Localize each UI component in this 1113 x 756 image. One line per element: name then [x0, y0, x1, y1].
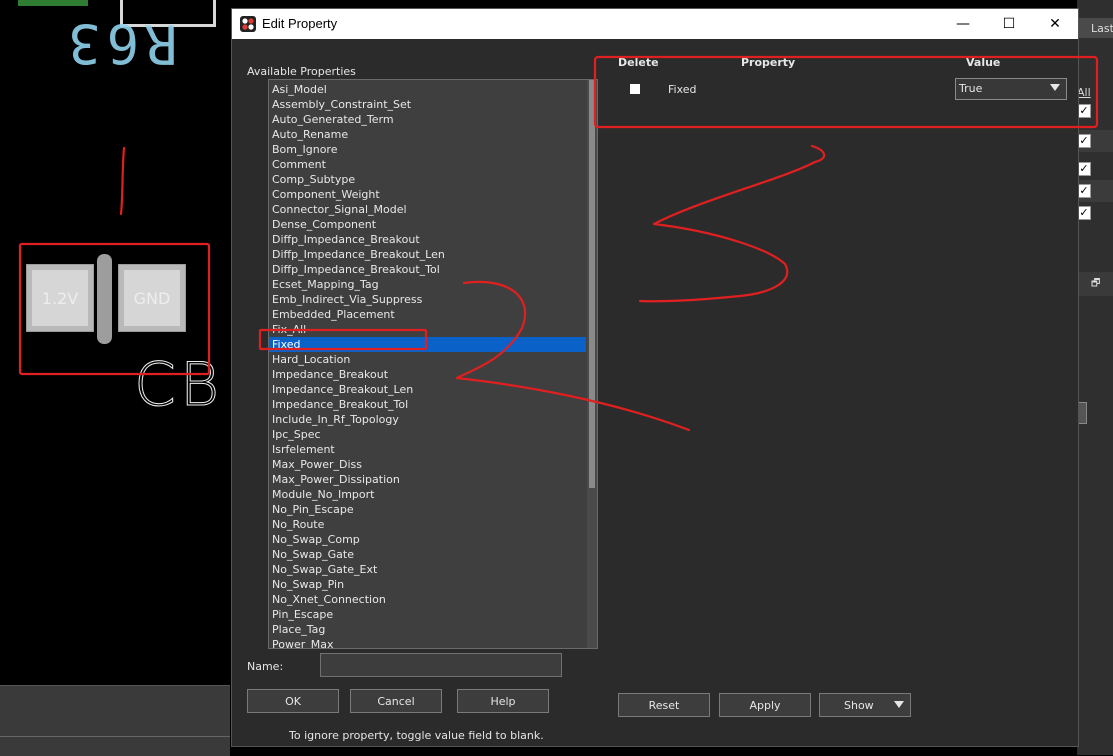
- right-checkbox-1[interactable]: ✓: [1077, 104, 1091, 118]
- edit-property-dialog: Edit Property — ☐ ✕ Available Properties…: [231, 8, 1079, 747]
- property-list-item[interactable]: Diffp_Impedance_Breakout: [272, 232, 420, 247]
- maximize-icon: ☐: [1002, 16, 1016, 32]
- property-list-item[interactable]: Hard_Location: [272, 352, 350, 367]
- property-list-item[interactable]: Impedance_Breakout: [272, 367, 388, 382]
- minimize-button[interactable]: —: [940, 9, 986, 39]
- maximize-button[interactable]: ☐: [986, 9, 1032, 39]
- show-button-label: Show: [844, 698, 874, 712]
- status-help-text: To ignore property, toggle value field t…: [289, 729, 544, 742]
- pcb-canvas[interactable]: R63 1.2V GND CB: [0, 0, 230, 685]
- property-list-item[interactable]: Connector_Signal_Model: [272, 202, 407, 217]
- property-list-item[interactable]: Auto_Rename: [272, 127, 348, 142]
- right-checkbox-2[interactable]: ✓: [1077, 134, 1091, 148]
- pad-1v2-label: 1.2V: [32, 270, 88, 326]
- property-list-item[interactable]: No_Xnet_Connection: [272, 592, 386, 607]
- property-list-item[interactable]: Fix_All: [272, 322, 306, 337]
- property-list-item[interactable]: Diffp_Impedance_Breakout_Len: [272, 247, 445, 262]
- scrollbar-thumb[interactable]: [589, 80, 595, 488]
- name-input[interactable]: [320, 653, 562, 677]
- property-list-item[interactable]: Comp_Subtype: [272, 172, 355, 187]
- pad-gnd[interactable]: GND: [118, 264, 186, 332]
- right-checkbox-3[interactable]: ✓: [1077, 162, 1091, 176]
- ok-button[interactable]: OK: [247, 689, 339, 713]
- refdes-r63: R63: [62, 12, 178, 75]
- reset-button[interactable]: Reset: [618, 693, 710, 717]
- last-label: Last: [1091, 22, 1113, 35]
- property-header: Property: [741, 56, 796, 69]
- name-label: Name:: [247, 660, 284, 673]
- property-list-item[interactable]: Dense_Component: [272, 217, 376, 232]
- last-tab[interactable]: Last: [1077, 18, 1113, 38]
- chevron-down-icon: [1050, 84, 1060, 91]
- apply-button[interactable]: Apply: [719, 693, 811, 717]
- minimize-icon: —: [956, 16, 970, 32]
- pad-1v2[interactable]: 1.2V: [26, 264, 94, 332]
- cancel-button[interactable]: Cancel: [350, 689, 442, 713]
- property-list-item[interactable]: Bom_Ignore: [272, 142, 337, 157]
- property-list-item[interactable]: Component_Weight: [272, 187, 380, 202]
- property-list-item[interactable]: No_Pin_Escape: [272, 502, 354, 517]
- delete-checkbox[interactable]: [630, 84, 640, 94]
- property-list-item[interactable]: No_Route: [272, 517, 324, 532]
- property-list-item[interactable]: Asi_Model: [272, 82, 327, 97]
- property-list-item[interactable]: No_Swap_Gate_Ext: [272, 562, 377, 577]
- property-list-item[interactable]: Power_Max: [272, 637, 334, 648]
- all-link[interactable]: All: [1077, 86, 1091, 99]
- property-list-item[interactable]: No_Swap_Comp: [272, 532, 360, 547]
- dialog-title: Edit Property: [262, 16, 338, 31]
- property-list-item[interactable]: Ipc_Spec: [272, 427, 321, 442]
- title-bar[interactable]: Edit Property — ☐ ✕: [232, 9, 1078, 39]
- property-list-item[interactable]: Embedded_Placement: [272, 307, 395, 322]
- dialog-content: Available Properties Asi_Model Assembly_C…: [232, 39, 1078, 746]
- show-dropdown-icon: [894, 701, 904, 708]
- property-list-item[interactable]: Module_No_Import: [272, 487, 374, 502]
- right-panel: Last All ✓ ✓ ✓ ✓ ✓ 🗗: [1077, 0, 1113, 755]
- property-list-item[interactable]: No_Swap_Gate: [272, 547, 354, 562]
- property-list-item[interactable]: Impedance_Breakout_Len: [272, 382, 413, 397]
- show-button[interactable]: Show: [819, 693, 911, 717]
- property-list-item[interactable]: Emb_Indirect_Via_Suppress: [272, 292, 422, 307]
- value-header: Value: [966, 56, 1001, 69]
- property-list-item[interactable]: Assembly_Constraint_Set: [272, 97, 411, 112]
- delete-header: Delete: [618, 56, 659, 69]
- property-list-item[interactable]: Diffp_Impedance_Breakout_Tol: [272, 262, 440, 277]
- copper-fragment: [18, 0, 88, 6]
- value-dropdown[interactable]: True: [955, 78, 1067, 100]
- app-icon: [240, 16, 256, 32]
- right-checkbox-4[interactable]: ✓: [1077, 184, 1091, 198]
- list-scrollbar[interactable]: [587, 80, 597, 648]
- property-list-item[interactable]: Max_Power_Dissipation: [272, 472, 400, 487]
- pad-gnd-label: GND: [124, 270, 180, 326]
- body-bar: [97, 254, 112, 344]
- bottom-left-panel: [0, 685, 230, 756]
- close-button[interactable]: ✕: [1032, 9, 1078, 39]
- value-dropdown-text: True: [959, 82, 983, 95]
- available-properties-label: Available Properties: [247, 65, 356, 78]
- right-checkbox-5[interactable]: ✓: [1077, 206, 1091, 220]
- property-list-item[interactable]: Comment: [272, 157, 326, 172]
- property-list-item[interactable]: Max_Power_Diss: [272, 457, 362, 472]
- available-properties-list[interactable]: Asi_Model Assembly_Constraint_Set Auto_Gen…: [268, 79, 598, 649]
- close-icon: ✕: [1049, 16, 1061, 32]
- property-list-item[interactable]: Isrfelement: [272, 442, 335, 457]
- property-list-item[interactable]: Pin_Escape: [272, 607, 333, 622]
- help-button[interactable]: Help: [457, 689, 549, 713]
- float-bar: 🗗: [1077, 272, 1113, 296]
- panel-divider: [0, 736, 230, 737]
- property-list-item[interactable]: Impedance_Breakout_Tol: [272, 397, 408, 412]
- float-window-icon[interactable]: 🗗: [1091, 276, 1100, 293]
- property-list-item[interactable]: Include_In_Rf_Topology: [272, 412, 399, 427]
- property-name-cell: Fixed: [668, 83, 697, 96]
- property-list-item[interactable]: Place_Tag: [272, 622, 325, 637]
- refdes-cb: CB: [133, 350, 224, 421]
- property-list-item[interactable]: Auto_Generated_Term: [272, 112, 394, 127]
- property-list-item[interactable]: Ecset_Mapping_Tag: [272, 277, 379, 292]
- property-list-item[interactable]: No_Swap_Pin: [272, 577, 344, 592]
- property-list-item[interactable]: Fixed: [269, 337, 586, 352]
